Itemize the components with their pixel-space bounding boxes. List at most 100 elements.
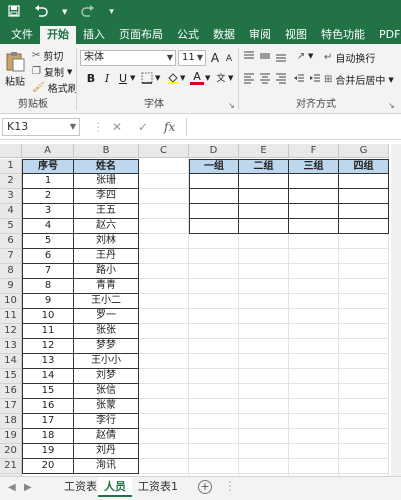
grid-cell[interactable] [239,444,289,459]
row-header[interactable]: 5 [0,219,22,234]
grid-cell[interactable] [289,249,339,264]
row-header[interactable]: 3 [0,189,22,204]
italic-button[interactable]: I [100,72,114,86]
wrap-text-button[interactable]: ↵ 自动换行 [324,50,375,65]
group-header-cell[interactable]: 二组 [239,159,289,174]
tab-file[interactable]: 文件 [4,26,40,44]
row-header[interactable]: 12 [0,324,22,339]
grid-cell[interactable] [339,414,389,429]
underline-button[interactable]: U [116,72,130,86]
group-cell[interactable] [289,204,339,219]
table-cell[interactable]: 13 [22,354,74,369]
grid-cell[interactable] [289,324,339,339]
group-header-cell[interactable]: 三组 [289,159,339,174]
worksheet-grid[interactable]: A B C D E F G 1 2 3 4 5 6 7 8 9 10 11 12 13 14 15 16 17 18 19 20 21… [0,144,401,476]
table-cell[interactable]: 7 [22,264,74,279]
align-middle-button[interactable] [258,50,272,64]
table-cell[interactable]: 王五 [74,204,139,219]
row-header[interactable]: 13 [0,339,22,354]
table-cell[interactable]: 3 [22,204,74,219]
grid-cell[interactable] [189,279,239,294]
row-header[interactable]: 6 [0,234,22,249]
tab-view[interactable]: 视图 [278,26,314,44]
tab-pdf-tools[interactable]: PDF工具集 [372,26,401,44]
row-header[interactable]: 17 [0,399,22,414]
grid-cell[interactable] [289,384,339,399]
grid-cell[interactable] [139,174,189,189]
underline-dropdown-icon[interactable]: ▼ [130,74,135,82]
table-cell[interactable]: 18 [22,429,74,444]
align-bottom-button[interactable] [274,50,288,64]
grid-cell[interactable] [239,309,289,324]
tab-review[interactable]: 审阅 [242,26,278,44]
grid-cell[interactable] [289,414,339,429]
column-header[interactable]: F [289,144,339,158]
grid-cell[interactable] [189,234,239,249]
grid-cell[interactable] [289,369,339,384]
grid-cell[interactable] [239,339,289,354]
copy-dropdown-icon[interactable]: ▼ [67,68,72,76]
table-cell[interactable]: 张张 [74,324,139,339]
decrease-indent-button[interactable] [292,72,306,86]
vertical-scrollbar[interactable] [391,144,401,476]
grow-font-button[interactable]: A [208,51,222,65]
table-cell[interactable]: 刘梦 [74,369,139,384]
grid-cell[interactable] [239,294,289,309]
grid-cell[interactable] [139,429,189,444]
grid-cell[interactable] [139,294,189,309]
table-cell[interactable]: 15 [22,384,74,399]
dialog-launcher-icon[interactable]: ↘ [228,101,235,110]
table-cell[interactable]: 李四 [74,189,139,204]
cut-button[interactable]: ✂ 剪切 [32,48,63,63]
row-header[interactable]: 19 [0,429,22,444]
grid-cell[interactable] [289,399,339,414]
row-header[interactable]: 10 [0,294,22,309]
table-cell[interactable]: 张信 [74,384,139,399]
table-cell[interactable]: 刘林 [74,234,139,249]
format-painter-button[interactable]: 🖌 格式刷 [32,80,78,95]
group-cell[interactable] [189,204,239,219]
name-box[interactable]: K13 ▼ [2,118,80,136]
column-header[interactable]: B [74,144,139,158]
table-cell[interactable]: 刘丹 [74,444,139,459]
borders-button[interactable] [140,72,154,86]
copy-button[interactable]: ❐ 复制 ▼ [32,64,72,79]
grid-cell[interactable] [289,279,339,294]
group-cell[interactable] [239,219,289,234]
dialog-launcher-icon[interactable]: ↘ [388,101,395,110]
row-header[interactable]: 11 [0,309,22,324]
grid-cell[interactable] [339,369,389,384]
grid-cell[interactable] [339,279,389,294]
grid-cell[interactable] [339,384,389,399]
select-all-corner[interactable] [0,144,22,158]
grid-cell[interactable] [189,324,239,339]
grid-cell[interactable] [139,264,189,279]
table-cell[interactable]: 洵讯 [74,459,139,474]
font-size-select[interactable]: 11 ▼ [178,50,206,66]
grid-cell[interactable] [139,399,189,414]
table-cell[interactable]: 4 [22,219,74,234]
insert-function-icon[interactable]: fx [164,120,175,134]
grid-cell[interactable] [289,234,339,249]
table-header-cell[interactable]: 姓名 [74,159,139,174]
row-header[interactable]: 14 [0,354,22,369]
grid-cell[interactable] [289,354,339,369]
tab-home[interactable]: 开始 [40,26,76,44]
table-cell[interactable]: 12 [22,339,74,354]
row-header[interactable]: 9 [0,279,22,294]
grid-cell[interactable] [339,459,389,474]
shrink-font-button[interactable]: A [222,52,236,66]
table-cell[interactable]: 14 [22,369,74,384]
grid-cell[interactable] [289,339,339,354]
grid-cell[interactable] [139,444,189,459]
grid-cell[interactable] [189,414,239,429]
merge-center-button[interactable]: ⊞ 合并后居中 ▼ [324,72,394,87]
undo-icon[interactable] [34,4,48,20]
group-cell[interactable] [189,174,239,189]
column-header[interactable]: D [189,144,239,158]
group-cell[interactable] [339,174,389,189]
table-cell[interactable]: 张蒙 [74,399,139,414]
grid-cell[interactable] [139,414,189,429]
table-cell[interactable]: 赵倩 [74,429,139,444]
table-cell[interactable]: 梦梦 [74,339,139,354]
